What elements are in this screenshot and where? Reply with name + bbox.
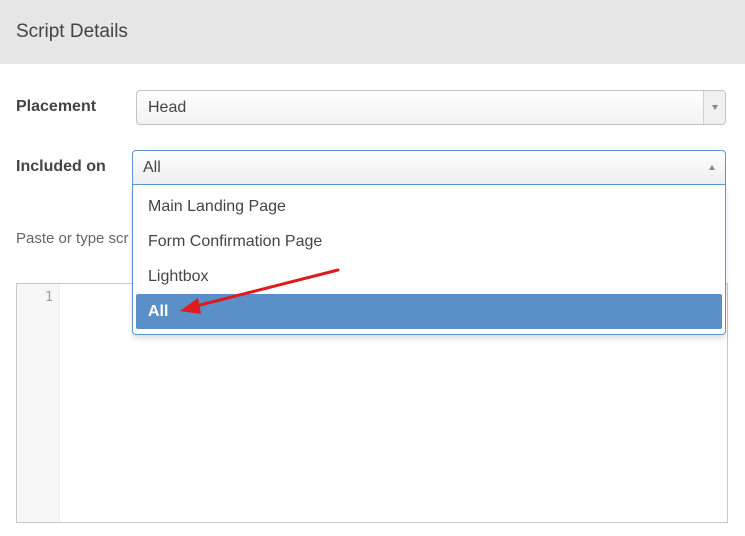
script-paste-hint: Paste or type scr: [16, 230, 129, 247]
included-on-label: Included on: [16, 158, 106, 175]
panel-header: Script Details: [0, 0, 745, 64]
panel-title: Script Details: [16, 21, 128, 42]
included-on-select-value: All: [143, 158, 161, 176]
chevron-up-icon[interactable]: [709, 165, 715, 170]
included-on-dropdown: Main Landing Page Form Confirmation Page…: [132, 185, 726, 335]
placement-select-value: Head: [148, 98, 187, 116]
included-on-select[interactable]: All: [132, 150, 726, 185]
placement-select-toggle[interactable]: [703, 91, 725, 124]
placement-select[interactable]: Head: [136, 90, 726, 125]
editor-gutter: 1: [17, 284, 60, 522]
dropdown-option-main-landing-page[interactable]: Main Landing Page: [136, 189, 722, 224]
dropdown-option-form-confirmation-page[interactable]: Form Confirmation Page: [136, 224, 722, 259]
placement-label: Placement: [16, 98, 97, 115]
line-number: 1: [45, 290, 53, 305]
dropdown-option-all[interactable]: All: [136, 294, 722, 329]
dropdown-option-lightbox[interactable]: Lightbox: [136, 259, 722, 294]
chevron-down-icon: [711, 105, 718, 110]
